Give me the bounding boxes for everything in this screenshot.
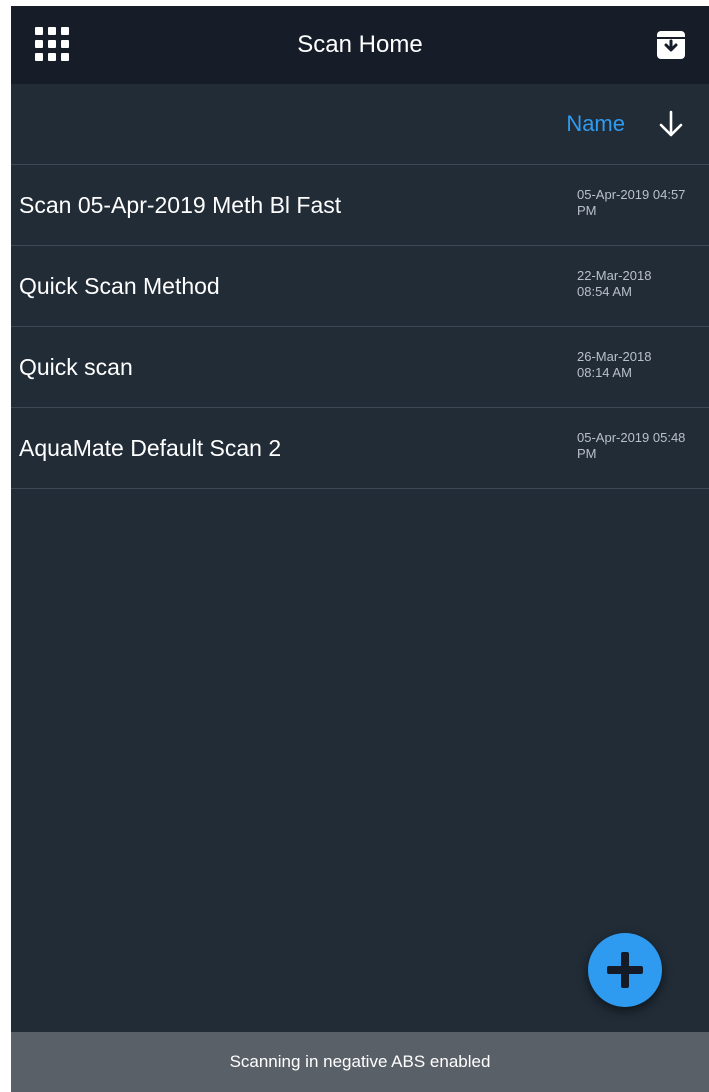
scan-date: 26-Mar-2018 08:14 AM — [577, 349, 652, 380]
list-item[interactable]: Quick scan 26-Mar-2018 08:14 AM — [11, 327, 709, 408]
status-snackbar: Scanning in negative ABS enabled — [11, 1032, 709, 1092]
sort-bar: Name — [11, 84, 709, 165]
scan-name: Quick scan — [19, 354, 133, 380]
scan-home-screen: Scan Home Name Scan 05-Apr-2019 Meth Bl … — [11, 6, 709, 1092]
scan-name: Scan 05-Apr-2019 Meth Bl Fast — [19, 192, 342, 218]
page-title: Scan Home — [297, 31, 423, 58]
scan-name: AquaMate Default Scan 2 — [19, 435, 282, 461]
list-item[interactable]: AquaMate Default Scan 2 05-Apr-2019 05:4… — [11, 408, 709, 489]
arrow-down-icon[interactable] — [655, 108, 687, 140]
archive-icon[interactable] — [653, 27, 689, 63]
add-scan-button[interactable] — [588, 933, 662, 1007]
sort-by-name-button[interactable]: Name — [566, 84, 625, 164]
list-item[interactable]: Quick Scan Method 22-Mar-2018 08:54 AM — [11, 246, 709, 327]
scan-list: Scan 05-Apr-2019 Meth Bl Fast 05-Apr-201… — [11, 165, 709, 489]
list-item[interactable]: Scan 05-Apr-2019 Meth Bl Fast 05-Apr-201… — [11, 165, 709, 246]
scan-name: Quick Scan Method — [19, 273, 220, 299]
scan-date: 05-Apr-2019 05:48 PM — [577, 430, 686, 461]
top-app-bar: Scan Home — [11, 6, 709, 84]
scan-date: 05-Apr-2019 04:57 PM — [577, 187, 686, 218]
status-text: Scanning in negative ABS enabled — [229, 1052, 491, 1071]
scan-date: 22-Mar-2018 08:54 AM — [577, 268, 652, 299]
apps-grid-icon[interactable] — [35, 27, 69, 61]
